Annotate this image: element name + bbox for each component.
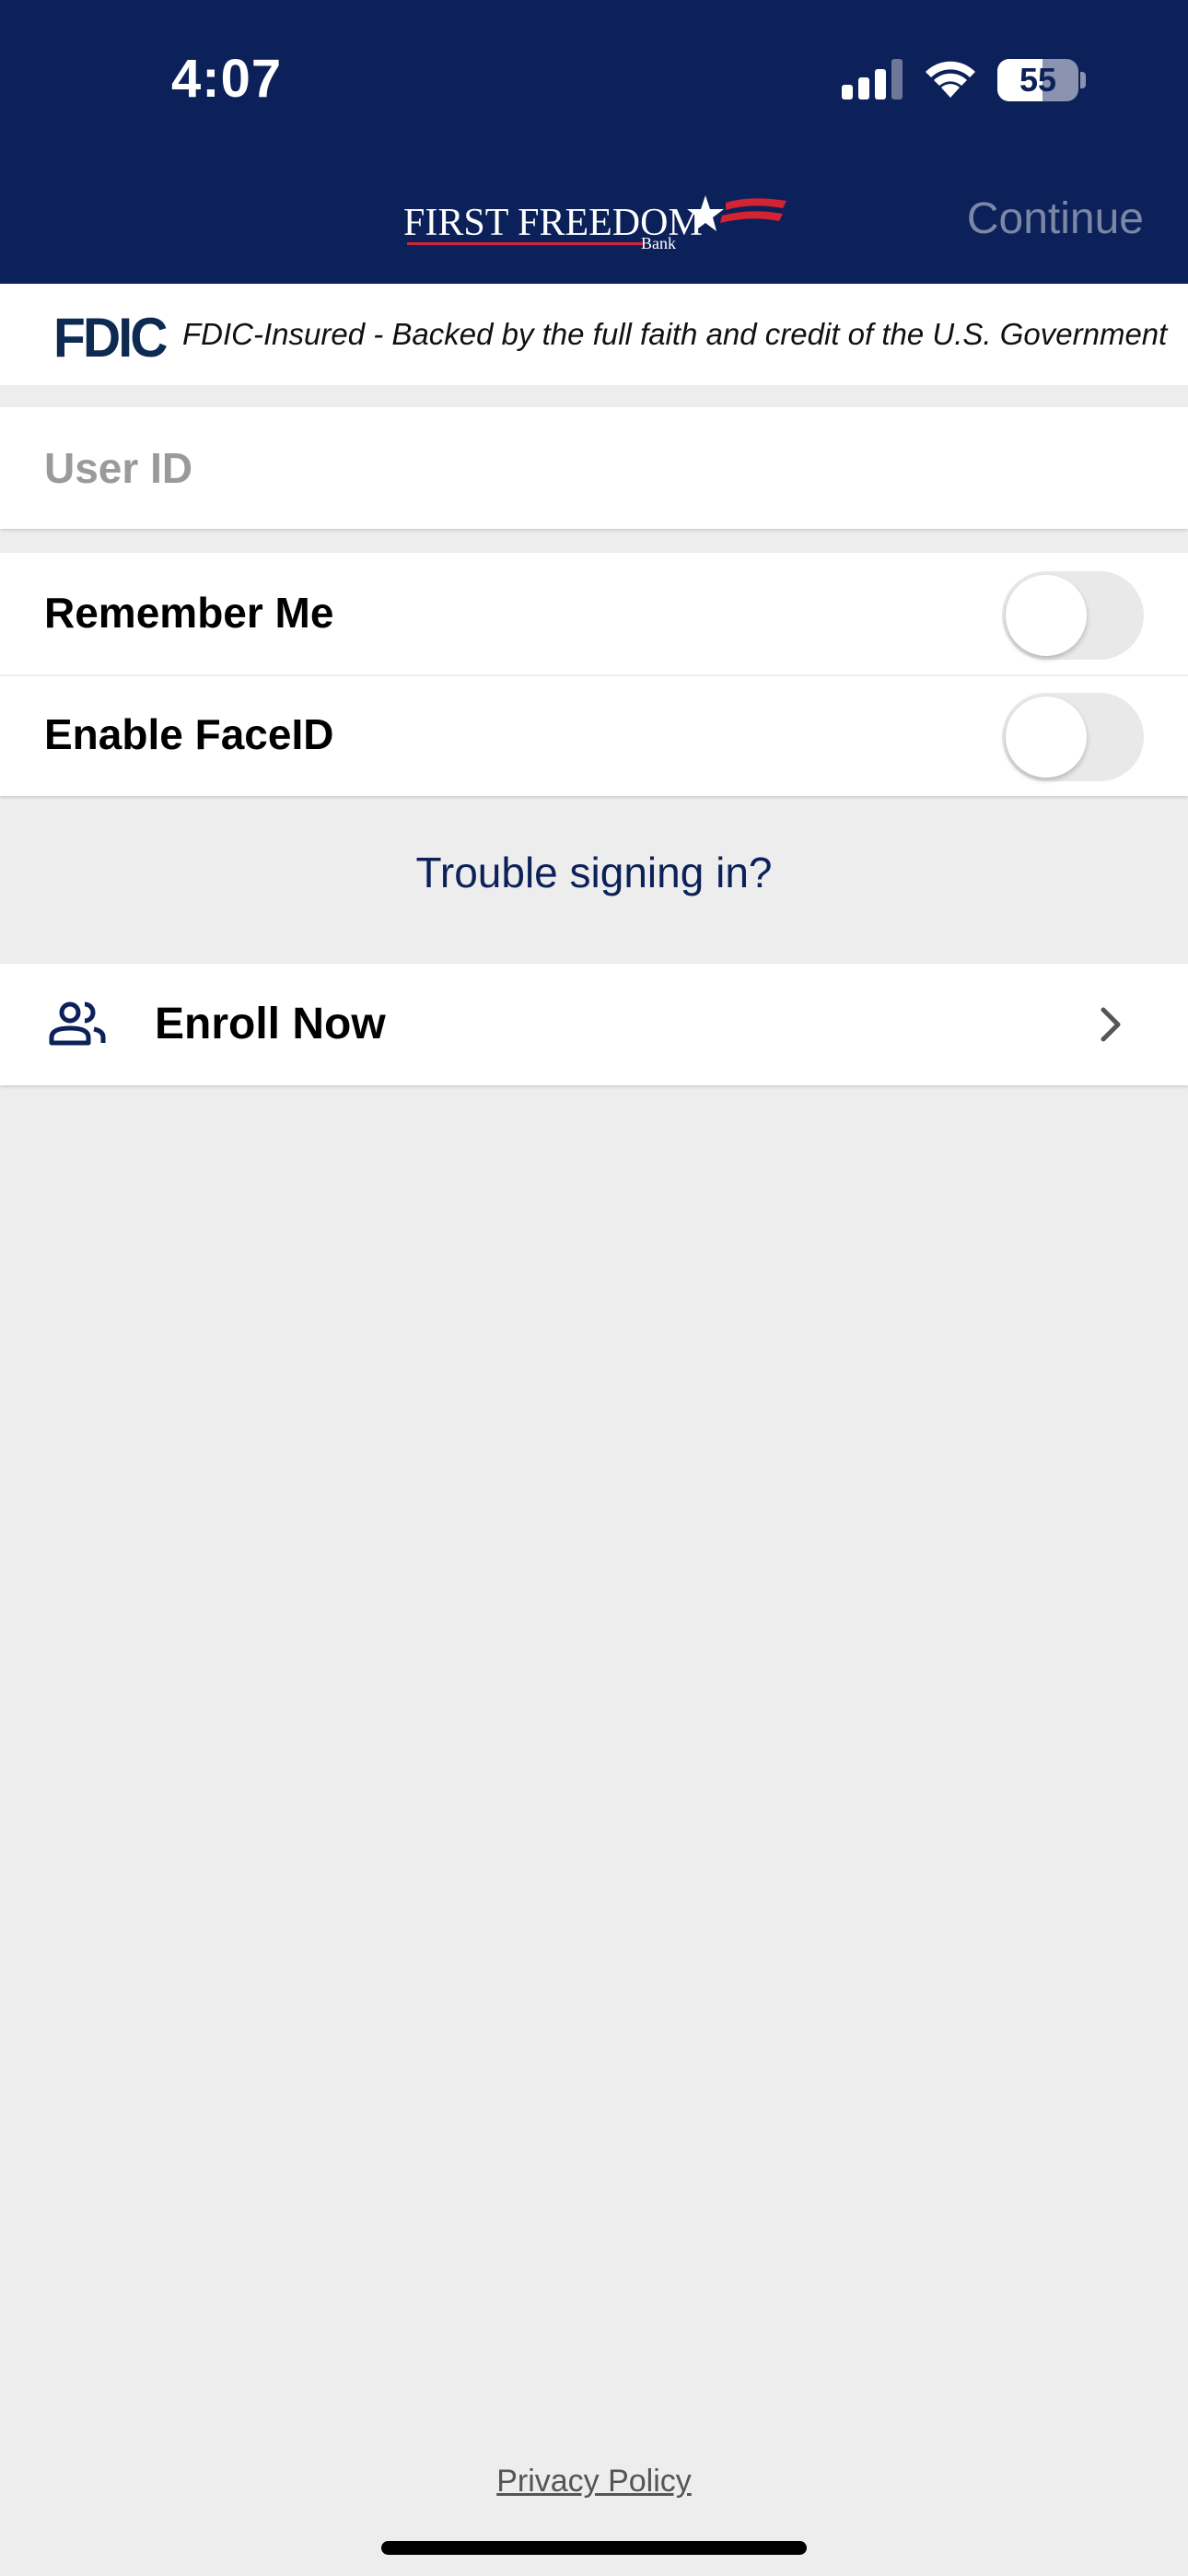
login-screen: 4:07 55 FIRST FREEDOM Bank Continue FDIC… [0,0,1188,2576]
continue-button[interactable]: Continue [967,193,1144,244]
logo-underline [407,242,643,245]
login-options-card: Remember Me Enable FaceID [0,553,1188,796]
privacy-policy-link[interactable]: Privacy Policy [0,2464,1188,2500]
wifi-icon [926,61,975,98]
flag-star-icon [687,195,786,231]
cellular-signal-icon [842,59,903,100]
face-id-toggle[interactable] [1002,693,1144,781]
chevron-right-icon [1101,1007,1121,1042]
trouble-signing-in-link[interactable]: Trouble signing in? [0,848,1188,897]
enroll-now-label: Enroll Now [155,1000,386,1048]
battery-level: 55 [1019,61,1057,99]
fdic-logo: FDIC [53,307,168,369]
status-time: 4:07 [171,49,283,109]
battery-tip [1080,72,1086,88]
people-icon [49,1001,106,1046]
face-id-row: Enable FaceID [0,674,1188,796]
remember-me-row: Remember Me [0,553,1188,674]
toggle-knob [1006,697,1087,778]
enroll-now-row[interactable]: Enroll Now [0,964,1188,1085]
remember-me-toggle[interactable] [1002,571,1144,660]
logo-subtitle: Bank [641,234,676,252]
fdic-banner: FDIC FDIC-Insured - Backed by the full f… [0,284,1188,385]
user-id-card [0,407,1188,529]
battery-icon: 55 [997,59,1078,101]
app-header: 4:07 55 FIRST FREEDOM Bank Continue [0,0,1188,284]
fdic-notice: FDIC-Insured - Backed by the full faith … [182,317,1168,351]
toggle-knob [1006,575,1087,656]
user-id-input[interactable] [44,407,1149,529]
home-indicator[interactable] [381,2541,807,2555]
face-id-label: Enable FaceID [44,710,334,758]
first-freedom-logo: FIRST FREEDOM Bank [403,192,790,254]
remember-me-label: Remember Me [44,589,334,637]
